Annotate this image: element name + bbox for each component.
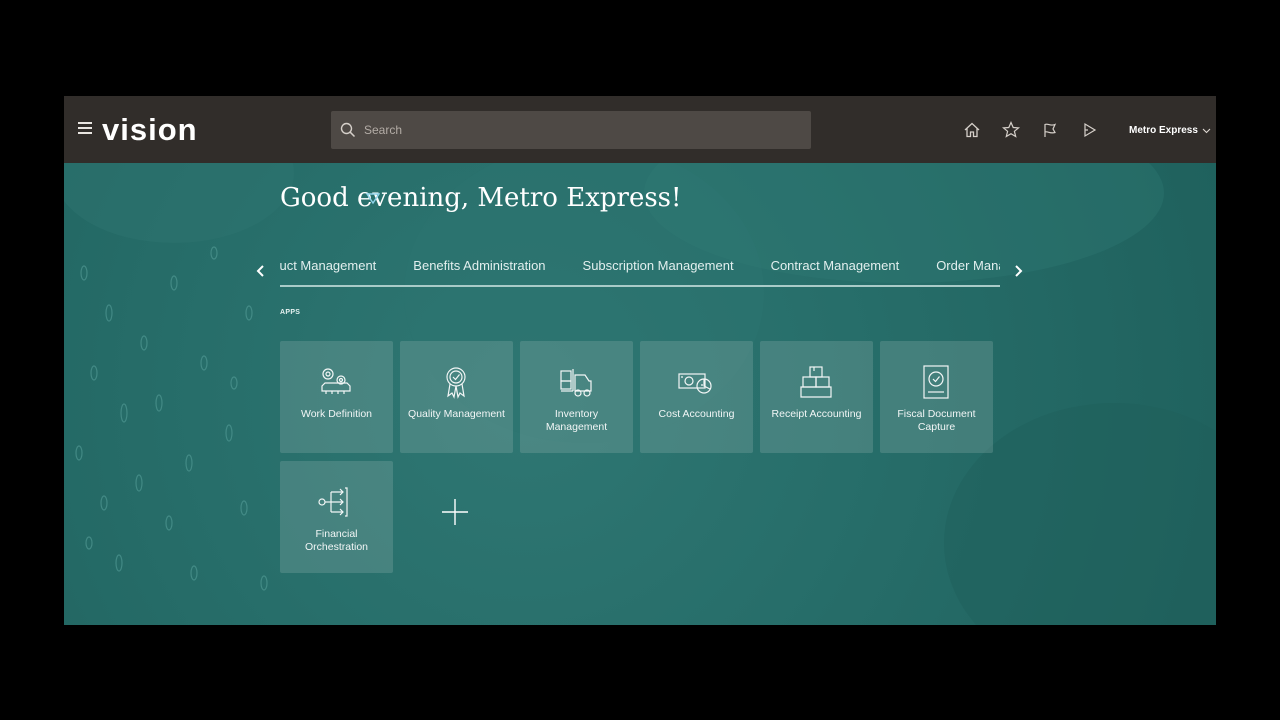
app-tile-financial-orchestration[interactable]: Financial Orchestration (280, 461, 393, 573)
app-tile-label: Inventory Management (545, 408, 608, 433)
global-header: vision Metro Express (64, 96, 1216, 163)
app-tile-cost-accounting[interactable]: Cost Accounting (640, 341, 753, 453)
app-tile-label: Receipt Accounting (771, 408, 862, 420)
app-tile-quality-management[interactable]: Quality Management (400, 341, 513, 453)
user-menu[interactable]: Metro Express (1129, 125, 1211, 136)
orchestration-icon (318, 487, 348, 517)
mouse-cursor-icon (366, 193, 380, 205)
app-tile-receipt-accounting[interactable]: Receipt Accounting (760, 341, 873, 453)
tab-subscription-management[interactable]: Subscription Management (583, 258, 734, 273)
greeting-heading: Good evening, Metro Express! (280, 183, 682, 213)
forklift-icon (560, 369, 592, 397)
tab-contract-management[interactable]: Contract Management (771, 258, 900, 273)
app-tile-label: Quality Management (408, 408, 505, 420)
app-tile-label: Cost Accounting (658, 408, 735, 420)
receipt-box-icon (800, 366, 832, 398)
application-window: vision Metro Express (64, 96, 1216, 625)
apps-section-label: APPS (280, 309, 301, 316)
home-icon[interactable] (962, 120, 982, 140)
app-tile-label: Work Definition (301, 408, 372, 420)
app-tile-fiscal-document-capture[interactable]: Fiscal Document Capture (880, 341, 993, 453)
notifications-bell-icon[interactable] (1079, 120, 1099, 140)
work-definition-icon (321, 368, 351, 394)
watchlist-flag-icon[interactable] (1040, 120, 1060, 140)
home-springboard: Good evening, Metro Express! Product Man… (64, 163, 1216, 625)
tab-strip: Product Management Benefits Administrati… (280, 258, 1000, 273)
navigator-menu-icon[interactable] (78, 122, 92, 134)
vision-logo: vision (102, 112, 198, 147)
tab-product-management[interactable]: Product Management (280, 258, 376, 273)
app-tile-inventory-management[interactable]: Inventory Management (520, 341, 633, 453)
quality-award-icon (446, 367, 466, 399)
group-tabs: Product Management Benefits Administrati… (280, 253, 1000, 287)
tab-order-management[interactable]: Order Management (936, 258, 1000, 273)
search-input[interactable] (362, 122, 786, 138)
scroll-left-chevron-icon[interactable] (254, 263, 268, 279)
scroll-right-chevron-icon[interactable] (1011, 263, 1025, 279)
favorites-star-icon[interactable] (1001, 120, 1021, 140)
fiscal-document-icon (923, 365, 949, 399)
app-tile-label: Fiscal Document Capture (897, 408, 976, 433)
app-tile-label: Financial Orchestration (304, 528, 369, 553)
app-tile-work-definition[interactable]: Work Definition (280, 341, 393, 453)
user-name: Metro Express (1129, 125, 1198, 136)
cost-accounting-icon (678, 373, 712, 394)
search-icon (340, 122, 356, 138)
add-app-plus-icon[interactable] (440, 497, 470, 527)
chevron-down-icon (1202, 128, 1211, 133)
search-bar[interactable] (331, 111, 811, 149)
tab-benefits-administration[interactable]: Benefits Administration (413, 258, 545, 273)
